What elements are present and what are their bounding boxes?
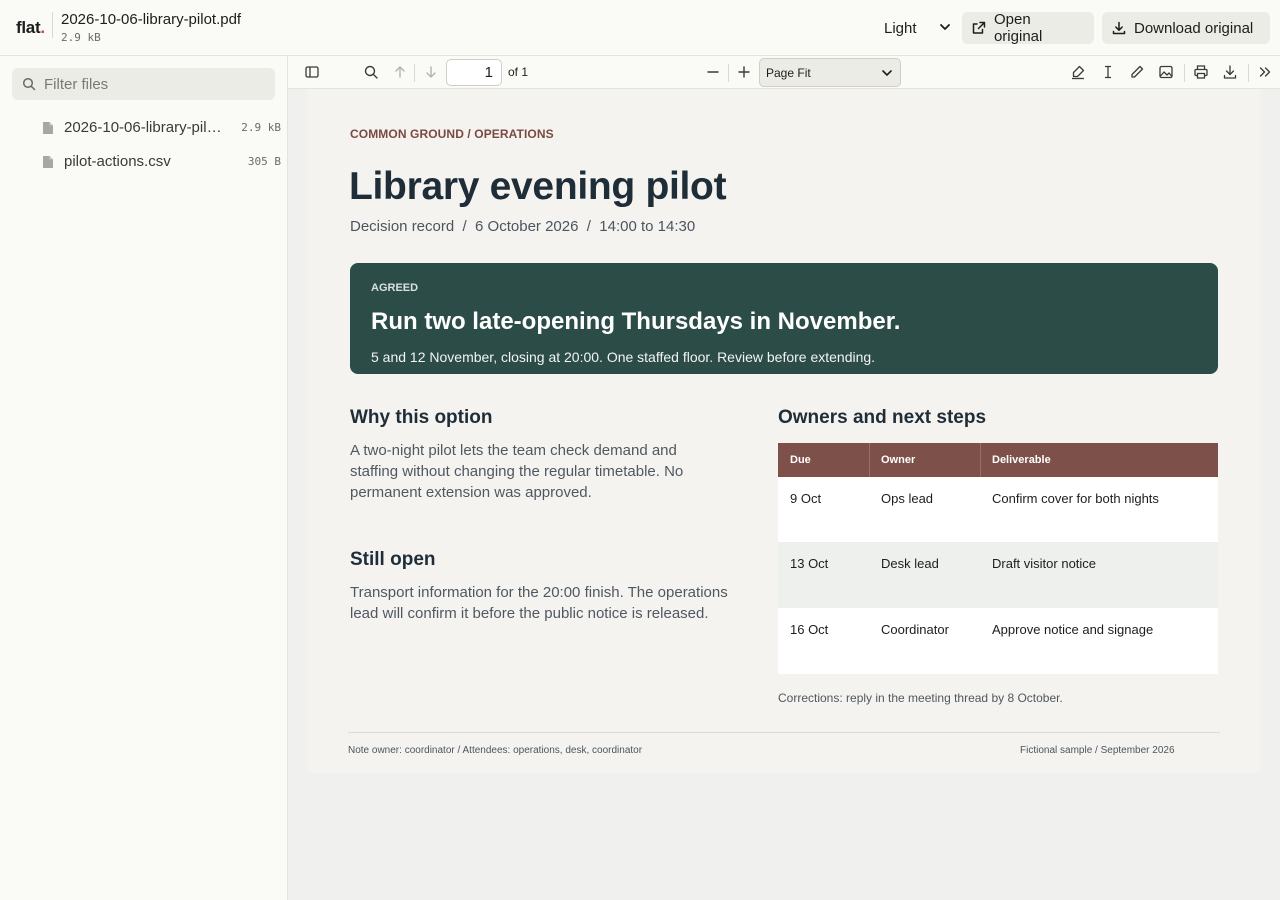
file-size: 2.9 kB [61,31,101,44]
file-title: 2026-10-06-library-pilot.pdf [61,11,242,28]
app-logo[interactable]: flat. [16,18,45,38]
document-eyebrow: COMMON GROUND / OPERATIONS [350,127,554,141]
zoom-out-icon[interactable] [705,64,721,80]
image-icon[interactable] [1158,64,1174,80]
due-cell: 16 Oct [790,622,829,637]
theme-select-value: Light [884,19,917,37]
due-cell: 9 Oct [790,491,822,506]
chevron-down-icon [940,24,950,30]
more-tools-icon[interactable] [1257,64,1273,80]
pencil-icon[interactable] [1129,64,1145,80]
search-icon [22,77,36,91]
chevron-down-icon [882,70,892,76]
download-icon [1112,21,1126,35]
table-header: Due Owner Deliverable [778,443,1218,477]
owner-cell: Ops lead [881,491,934,506]
divider [1184,64,1185,82]
zoom-in-icon[interactable] [736,64,752,80]
filter-files-input[interactable] [44,68,269,100]
due-cell: 13 Oct [790,556,829,571]
document-meta: Decision record / 6 October 2026 / 14:00… [350,218,696,235]
file-list-item[interactable]: 2026-10-06-library-pilot.pdf 2.9 kB [0,113,287,143]
search-icon[interactable] [363,64,379,80]
divider [52,12,53,38]
why-heading: Why this option [350,407,493,428]
divider [414,64,415,82]
pdf-page: COMMON GROUND / OPERATIONS Library eveni… [308,89,1260,773]
file-sidebar: 2026-10-06-library-pilot.pdf 2.9 kB pilo… [0,56,288,900]
deliverable-cell: Draft visitor notice [992,556,1097,571]
top-bar: flat. 2026-10-06-library-pilot.pdf 2.9 k… [0,0,1280,56]
text-cursor-icon[interactable] [1100,64,1116,80]
zoom-select[interactable]: Page Fit [759,58,901,87]
agreed-tag: AGREED [371,282,419,294]
filter-box [12,68,275,100]
divider [980,443,981,477]
page-count: of 1 [508,65,529,79]
table-row: 9 Oct Ops lead Confirm cover for both ni… [778,477,1218,543]
deliverable-cell: Approve notice and signage [992,622,1154,637]
column-header: Owner [881,454,916,466]
pdf-viewer[interactable]: COMMON GROUND / OPERATIONS Library eveni… [288,89,1280,900]
arrow-down-icon[interactable] [423,64,439,80]
file-name: pilot-actions.csv [64,153,171,170]
divider [728,64,729,82]
deliverable-cell: Confirm cover for both nights [992,491,1159,506]
column-header: Due [790,454,811,466]
theme-select[interactable]: Light [872,12,956,44]
corrections-note: Corrections: reply in the meeting thread… [778,691,1063,705]
footer-attendees: Note owner: coordinator / Attendees: ope… [348,745,643,756]
file-list-item[interactable]: pilot-actions.csv 305 B [0,147,287,177]
table-row: 16 Oct Coordinator Approve notice and si… [778,608,1218,674]
sidebar-toggle-icon[interactable] [304,64,320,80]
file-name: 2026-10-06-library-pilot.pdf [64,119,228,136]
agreed-banner: AGREED Run two late-opening Thursdays in… [350,263,1218,374]
highlight-icon[interactable] [1070,64,1086,80]
zoom-select-value: Page Fit [766,65,811,80]
document-title: Library evening pilot [349,165,727,208]
pdf-toolbar: of 1 Page Fit [288,56,1280,89]
arrow-up-icon[interactable] [392,64,408,80]
footer-sample-note: Fictional sample / September 2026 [1020,745,1175,756]
why-body: A two-night pilot lets the team check de… [350,442,684,501]
agreed-detail: 5 and 12 November, closing at 20:00. One… [371,349,876,365]
print-icon[interactable] [1193,64,1209,80]
download-original-label: Download original [1134,19,1254,37]
file-size: 305 B [247,155,281,168]
still-open-heading: Still open [350,549,436,570]
divider [869,443,870,477]
owner-cell: Desk lead [881,556,939,571]
download-icon[interactable] [1222,64,1238,80]
table-row: 13 Oct Desk lead Draft visitor notice [778,542,1218,608]
divider [348,732,1220,733]
owner-cell: Coordinator [881,622,949,637]
file-size: 2.9 kB [241,121,281,134]
open-original-label: Open original [993,11,1043,45]
external-link-icon [972,21,986,34]
open-original-button[interactable]: Open original [962,11,1094,45]
divider [1248,64,1249,82]
page-number-input[interactable] [446,59,502,86]
column-header: Deliverable [992,454,1051,466]
owners-heading: Owners and next steps [778,407,987,428]
agreed-headline: Run two late-opening Thursdays in Novemb… [371,308,901,335]
download-original-button[interactable]: Download original [1102,12,1270,44]
file-icon [43,122,53,134]
file-icon [43,156,53,168]
still-open-body: Transport information for the 20:00 fini… [350,584,728,622]
